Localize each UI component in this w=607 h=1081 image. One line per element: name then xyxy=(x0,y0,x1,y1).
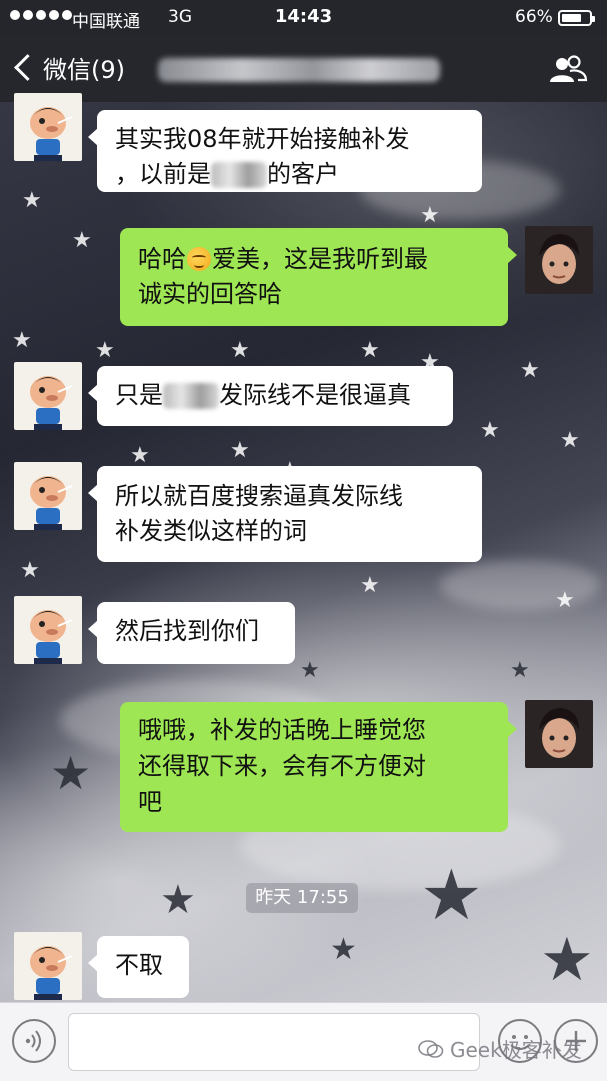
status-bar: 中国联通 3G 14:43 66% xyxy=(0,0,607,36)
message-bubble[interactable]: 其实我08年就开始接触补发 ，以前是 的客户 xyxy=(88,110,482,192)
message-text: 哦哦，补发的话晚上睡觉您 xyxy=(138,716,426,744)
watermark: Geek极客补发 xyxy=(418,1034,582,1063)
message-bubble[interactable]: 然后找到你们 xyxy=(88,602,295,664)
message-text: 所以就百度搜索逼真发际线 xyxy=(115,482,403,510)
message-text: 补发类似这样的词 xyxy=(115,517,307,545)
cartoon-avatar[interactable] xyxy=(14,596,82,664)
message-bubble[interactable]: 只是 发际线不是很逼真 xyxy=(88,366,453,426)
voice-button[interactable] xyxy=(12,1019,56,1063)
chat-timestamp: 昨天 17:55 xyxy=(246,883,358,913)
message-text: 只是 xyxy=(115,381,163,409)
blurred-word xyxy=(163,383,219,409)
back-button[interactable]: 微信(9) xyxy=(10,50,125,85)
back-label: 微信(9) xyxy=(43,56,125,84)
message-text: 然后找到你们 xyxy=(115,617,259,645)
wechat-logo-icon xyxy=(418,1039,444,1058)
message-text: 哈哈 xyxy=(138,245,186,273)
message-bubble[interactable]: 所以就百度搜索逼真发际线 补发类似这样的词 xyxy=(88,466,482,562)
blurred-word xyxy=(211,162,267,188)
chevron-left-icon xyxy=(14,54,41,81)
watermark-text: Geek极客补发 xyxy=(450,1038,582,1062)
group-contacts-icon xyxy=(550,55,588,82)
cartoon-avatar[interactable] xyxy=(14,462,82,530)
cartoon-avatar[interactable] xyxy=(14,362,82,430)
message-bubble[interactable]: 哦哦，补发的话晚上睡觉您 还得取下来，会有不方便对 吧 xyxy=(120,702,517,832)
battery-icon xyxy=(558,10,595,26)
chat-nav-bar: 微信(9) xyxy=(0,36,607,102)
message-text: 其实我08年就开始接触补发 xyxy=(115,125,410,153)
message-text: 不取 xyxy=(115,951,163,979)
voice-icon xyxy=(25,1030,41,1052)
message-bubble[interactable]: 哈哈 爱美，这是我听到最 诚实的回答哈 xyxy=(120,228,517,326)
message-text: 爱美，这是我听到最 xyxy=(212,245,428,273)
user-avatar[interactable] xyxy=(525,700,593,768)
message-text: 还得取下来，会有不方便对 xyxy=(138,752,426,780)
message-text: 发际线不是很逼真 xyxy=(219,381,411,409)
message-text: 的客户 xyxy=(267,160,339,188)
cartoon-avatar[interactable] xyxy=(14,932,82,1000)
cartoon-avatar[interactable] xyxy=(14,93,82,161)
battery-percent: 66% xyxy=(515,7,553,27)
group-members-button[interactable] xyxy=(548,54,588,86)
message-text: ，以前是 xyxy=(115,160,211,188)
message-text: 吧 xyxy=(138,788,162,816)
chat-title-blurred xyxy=(158,58,440,82)
user-avatar[interactable] xyxy=(525,226,593,294)
message-bubble[interactable]: 不取 xyxy=(88,936,189,998)
message-text: 诚实的回答哈 xyxy=(138,280,282,308)
grin-emoji-icon xyxy=(187,247,211,271)
